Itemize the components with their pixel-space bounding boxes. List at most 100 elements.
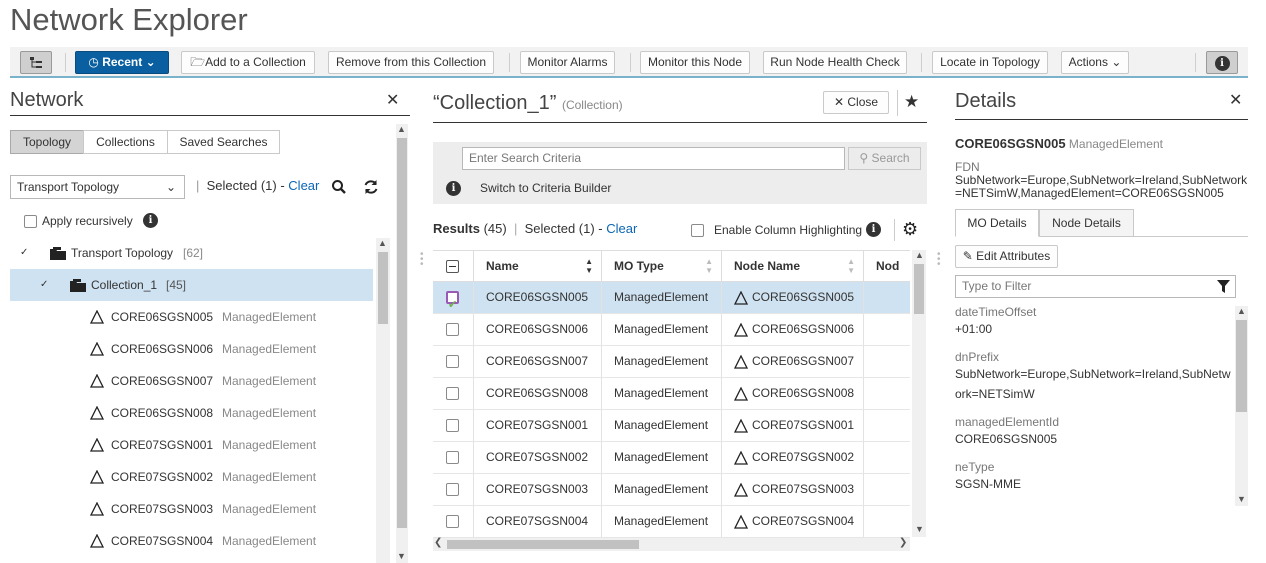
tree-scrollbar-thumb[interactable] [378,252,388,324]
criteria-builder-link[interactable]: Switch to Criteria Builder [480,181,611,195]
results-vertical-thumb[interactable] [914,264,924,314]
cell-node [863,506,910,537]
close-details-icon[interactable]: ✕ [1229,90,1242,110]
tree-scrollbar[interactable]: ▲ [376,238,390,563]
details-scrollbar[interactable]: ▲ ▼ [1235,306,1248,506]
attr-value-datetimeoffset: +01:00 [955,322,993,336]
tree-node-type: ManagedElement [222,342,317,356]
table-row[interactable]: CORE07SGSN001 ManagedElement CORE07SGSN001 [433,410,910,442]
cell-name: CORE06SGSN007 [473,346,601,377]
table-row[interactable]: CORE07SGSN003 ManagedElement CORE07SGSN003 [433,474,910,506]
filter-icon[interactable] [1217,280,1230,293]
chevron-left-icon: ❮ [434,537,443,548]
close-network-icon[interactable]: ✕ [386,90,399,110]
cell-node-name: CORE06SGSN008 [721,378,863,409]
tree-item-node[interactable]: CORE06SGSN006 ManagedElement [10,333,373,365]
remove-from-collection-button[interactable]: Remove from this Collection [328,51,494,74]
info-icon[interactable]: i [866,222,881,237]
cell-name: CORE06SGSN006 [473,314,601,345]
tree-item-node[interactable]: CORE06SGSN007 ManagedElement [10,365,373,397]
tree-item-node[interactable]: CORE06SGSN008 ManagedElement [10,397,373,429]
search-button[interactable]: ⚲ Search [848,147,921,170]
refresh-icon[interactable] [362,178,380,196]
cell-name: CORE06SGSN008 [473,378,601,409]
row-checkbox[interactable] [446,483,459,496]
tree-item-collection-1[interactable]: ✓ Collection_1 [45] [10,269,373,301]
network-panel-scrollbar[interactable]: ▲ ▼ [396,124,408,563]
node-triangle-icon [734,419,748,433]
monitor-node-button[interactable]: Monitor this Node [640,51,750,74]
row-checkbox[interactable] [446,323,459,336]
tree-item-node[interactable]: CORE07SGSN002 ManagedElement [10,461,373,493]
column-header-mo-type[interactable]: MO Type ▲ ▼ [601,251,721,282]
tab-topology[interactable]: Topology [10,130,84,154]
table-row[interactable]: CORE06SGSN008 ManagedElement CORE06SGSN008 [433,378,910,410]
results-horizontal-thumb[interactable] [447,540,639,549]
attribute-filter-input[interactable]: Type to Filter [955,275,1236,298]
edit-attributes-button[interactable]: ✎ Edit Attributes [955,245,1058,268]
recent-button[interactable]: ◷ Recent ⌄ [75,51,169,74]
cell-node [863,474,910,505]
results-horizontal-scrollbar[interactable]: ❮ ❯ [433,537,910,551]
health-check-button[interactable]: Run Node Health Check [763,51,907,74]
details-scrollbar-thumb[interactable] [1236,320,1247,412]
tree-item-node[interactable]: CORE07SGSN003 ManagedElement [10,493,373,525]
chevron-up-icon: ▲ [915,250,924,260]
select-all-checkbox[interactable] [446,260,459,273]
table-row[interactable]: ✔ CORE06SGSN005 ManagedElement CORE06SGSN00… [433,282,910,314]
network-clear-link[interactable]: Clear [288,178,319,193]
row-checkbox[interactable]: ✔ [446,291,459,311]
table-row[interactable]: CORE06SGSN007 ManagedElement CORE06SGSN007 [433,346,910,378]
splitter-left[interactable]: • • • [420,250,424,270]
actions-button[interactable]: Actions ⌄ [1061,51,1129,74]
cell-mo-type: ManagedElement [601,378,721,409]
column-highlighting-checkbox[interactable] [691,224,704,237]
search-icon[interactable] [331,179,347,195]
apply-recursively-label: Apply recursively [42,214,133,228]
chevron-down-icon: ▼ [1237,494,1246,504]
column-header-node-name[interactable]: Node Name ▲ ▼ [721,251,863,282]
info-toggle-button[interactable]: i [1206,51,1238,74]
info-icon[interactable]: i [143,213,158,228]
apply-recursively-checkbox[interactable] [24,215,37,228]
table-row[interactable]: CORE07SGSN004 ManagedElement CORE07SGSN004 [433,506,910,538]
star-icon[interactable]: ★ [904,92,919,112]
results-summary: Results (45) | Selected (1) - Clear [433,221,638,236]
results-vertical-scrollbar[interactable]: ▲ ▼ [912,250,926,537]
cell-node [863,442,910,473]
row-checkbox[interactable] [446,515,459,528]
tab-collections[interactable]: Collections [83,130,168,154]
cell-mo-type: ManagedElement [601,442,721,473]
search-input[interactable]: Enter Search Criteria [462,147,845,170]
cell-mo-type: ManagedElement [601,346,721,377]
cell-name: CORE07SGSN004 [473,506,601,537]
tab-node-details[interactable]: Node Details [1039,209,1134,237]
monitor-alarms-button[interactable]: Monitor Alarms [520,51,615,74]
table-row[interactable]: CORE06SGSN006 ManagedElement CORE06SGSN006 [433,314,910,346]
tree-item-node[interactable]: CORE07SGSN001 ManagedElement [10,429,373,461]
tree-item-node[interactable]: CORE07SGSN004 ManagedElement [10,525,373,557]
cell-node [863,410,910,441]
tree-item-node[interactable]: CORE06SGSN005 ManagedElement [10,301,373,333]
tree-toggle-button[interactable] [20,51,52,74]
tree-item-transport-topology[interactable]: ✓ Transport Topology [62] [10,237,373,269]
column-header-node[interactable]: Nod [863,251,910,282]
add-to-collection-button[interactable]: 🗁Add to a Collection [181,51,315,74]
row-checkbox[interactable] [446,451,459,464]
column-header-name[interactable]: Name ▲ ▼ [473,251,601,282]
close-collection-button[interactable]: ✕ Close [823,91,889,114]
chevron-down-icon: ⌄ [1111,55,1122,69]
row-checkbox[interactable] [446,387,459,400]
locate-topology-button[interactable]: Locate in Topology [932,51,1048,74]
gear-icon[interactable]: ⚙ [902,219,918,240]
network-panel-scrollbar-thumb[interactable] [397,138,407,528]
splitter-right[interactable]: • • • [937,250,941,270]
results-clear-link[interactable]: Clear [606,221,637,236]
topology-select[interactable]: Transport Topology ⌄ [10,175,185,199]
tab-mo-details[interactable]: MO Details [955,209,1039,237]
table-row[interactable]: CORE07SGSN002 ManagedElement CORE07SGSN002 [433,442,910,474]
cell-mo-type: ManagedElement [601,410,721,441]
row-checkbox[interactable] [446,419,459,432]
tab-saved-searches[interactable]: Saved Searches [167,130,280,154]
row-checkbox[interactable] [446,355,459,368]
